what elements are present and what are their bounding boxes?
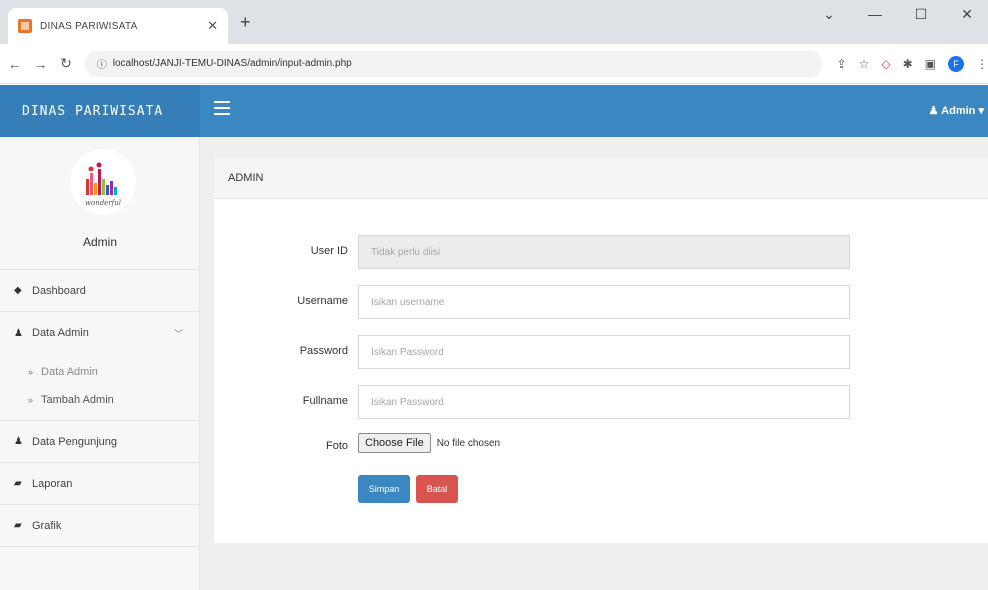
- subitem-label: Tambah Admin: [41, 394, 114, 406]
- chevron-down-icon: ﹀: [173, 328, 183, 339]
- close-window-icon[interactable]: ✕: [954, 6, 980, 23]
- foto-file-input: Choose File No file chosen: [358, 433, 500, 453]
- file-icon: ▰: [14, 520, 22, 531]
- cancel-button[interactable]: Batal: [416, 475, 458, 503]
- site-info-icon[interactable]: ⓘ: [97, 56, 107, 71]
- sidebar-item-grafik[interactable]: ▰ Grafik: [0, 505, 199, 547]
- sidebar-item-laporan[interactable]: ▰ Laporan: [0, 463, 199, 505]
- user-id-row: User ID: [214, 235, 988, 269]
- caret-down-icon: ▾: [978, 105, 984, 117]
- back-icon[interactable]: ←: [4, 56, 26, 72]
- reload-icon[interactable]: ↻: [55, 55, 77, 72]
- user-icon: ♟: [14, 327, 23, 339]
- hamburger-menu-icon[interactable]: [214, 101, 230, 115]
- browser-tab-bar: DINAS PARIWISATA ✕ + ⌄ — ☐ ✕: [0, 0, 988, 44]
- username-label: Username: [297, 295, 348, 307]
- brand-title[interactable]: DINAS PARIWISATA: [0, 85, 200, 137]
- window-controls: ⌄ — ☐ ✕: [816, 6, 988, 23]
- new-tab-icon[interactable]: +: [240, 12, 251, 33]
- tab-title: DINAS PARIWISATA: [40, 20, 138, 32]
- sidebar-item-label: Grafik: [32, 519, 62, 532]
- user-menu-label: Admin: [941, 105, 976, 117]
- wonderful-logo-icon: wonderful: [85, 162, 121, 207]
- subitem-tambah-admin[interactable]: » Tambah Admin: [0, 386, 199, 414]
- sidebar-item-label: Data Admin: [32, 327, 89, 339]
- extension-icon[interactable]: ◇: [881, 57, 890, 71]
- sidebar-item-data-pengunjung[interactable]: ♟ Data Pengunjung: [0, 421, 199, 463]
- username-input[interactable]: [358, 285, 850, 319]
- password-row: Password: [214, 335, 988, 369]
- subitem-label: Data Admin: [41, 366, 98, 378]
- bookmark-star-icon[interactable]: ☆: [859, 57, 870, 71]
- tab-search-icon[interactable]: ⌄: [816, 6, 842, 23]
- url-field[interactable]: ⓘ localhost/JANJI-TEMU-DINAS/admin/input…: [84, 50, 823, 77]
- profile-avatar[interactable]: F: [948, 55, 964, 72]
- address-bar-row: ← → ↻ ⓘ localhost/JANJI-TEMU-DINAS/admin…: [0, 44, 988, 84]
- sidebar-item-label: Laporan: [32, 477, 73, 490]
- browser-toolbar-icons: ⇪ ☆ ◇ ✱ ▣ F ⋮: [837, 55, 988, 72]
- admin-form-panel: ADMIN User ID Username Password Fullname…: [214, 157, 988, 543]
- data-admin-submenu: » Data Admin » Tambah Admin: [0, 354, 199, 421]
- maximize-icon[interactable]: ☐: [908, 6, 934, 23]
- file-status: No file chosen: [436, 437, 501, 449]
- sidebar-item-dashboard[interactable]: ◆ Dashboard: [0, 270, 199, 312]
- sidebar-profile: wonderful Admin: [0, 137, 199, 270]
- chevron-right-icon: »: [28, 367, 34, 377]
- sidebar-item-label: Dashboard: [32, 284, 86, 297]
- username-row: Username: [214, 285, 988, 319]
- password-label: Password: [299, 345, 348, 357]
- panel-title: ADMIN: [214, 157, 988, 199]
- forward-icon[interactable]: →: [30, 56, 52, 72]
- file-icon: ▰: [14, 478, 22, 489]
- sidebar-item-data-admin[interactable]: ♟ Data Admin ﹀: [0, 312, 199, 354]
- user-icon: ♟: [928, 105, 939, 117]
- browser-tab[interactable]: DINAS PARIWISATA ✕: [8, 8, 228, 44]
- minimize-icon[interactable]: —: [862, 6, 888, 23]
- chevron-right-icon: »: [28, 395, 34, 405]
- sidebar-user-name: Admin: [82, 235, 117, 249]
- main-content: ADMIN User ID Username Password Fullname…: [200, 137, 988, 590]
- fullname-input[interactable]: [358, 385, 850, 419]
- user-id-input: [358, 235, 850, 269]
- choose-file-button[interactable]: Choose File: [358, 433, 431, 453]
- favicon-icon: [18, 19, 32, 33]
- side-panel-icon[interactable]: ▣: [925, 57, 936, 71]
- fullname-row: Fullname: [214, 385, 988, 419]
- share-icon[interactable]: ⇪: [837, 57, 847, 71]
- fullname-label: Fullname: [302, 395, 348, 407]
- user-menu[interactable]: ♟ Admin ▾: [929, 104, 984, 117]
- browser-menu-icon[interactable]: ⋮: [976, 57, 988, 71]
- user-id-label: User ID: [310, 245, 348, 257]
- subitem-data-admin[interactable]: » Data Admin: [0, 358, 199, 386]
- app-header: DINAS PARIWISATA ♟ Admin ▾: [0, 85, 988, 137]
- close-tab-icon[interactable]: ✕: [207, 18, 218, 34]
- logo-text: wonderful: [85, 199, 121, 207]
- logo: wonderful: [70, 149, 136, 215]
- foto-label: Foto: [325, 440, 348, 452]
- dashboard-icon: ◆: [14, 285, 22, 296]
- url-text: localhost/JANJI-TEMU-DINAS/admin/input-a…: [112, 58, 352, 69]
- sidebar: wonderful Admin ◆ Dashboard ♟ Data Admin…: [0, 137, 200, 590]
- save-button[interactable]: Simpan: [358, 475, 410, 503]
- user-icon: ♟: [14, 436, 23, 447]
- puzzle-extensions-icon[interactable]: ✱: [903, 57, 913, 71]
- sidebar-item-label: Data Pengunjung: [32, 435, 118, 448]
- password-input[interactable]: [358, 335, 850, 369]
